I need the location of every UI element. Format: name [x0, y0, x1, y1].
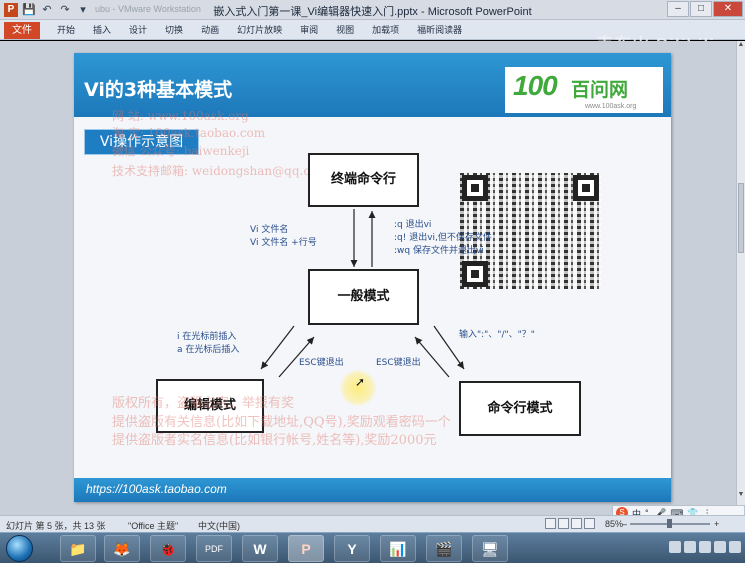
- watermark-line: 版权所有，盗版必究，举报有奖: [112, 396, 295, 411]
- start-button[interactable]: [6, 535, 33, 562]
- taskbar-firefox[interactable]: 🦊: [104, 535, 140, 562]
- language-status[interactable]: 中文(中国): [198, 519, 240, 532]
- tray-flag-icon[interactable]: [714, 541, 726, 553]
- slide-body: Vi操作示意图 网 站: www.100ask.org 淘 宝: 100ask.…: [74, 109, 671, 478]
- tab-animations[interactable]: 动画: [192, 23, 228, 37]
- tab-addins[interactable]: 加载项: [363, 23, 408, 37]
- ribbon-tab-list: 开始 插入 设计 切换 动画 幻灯片放映 审阅 视图 加载项 福昕阅读器: [48, 23, 471, 37]
- mode-terminal[interactable]: 终端命令行: [308, 153, 419, 207]
- note-esc-command: ESC键退出: [376, 358, 421, 368]
- tab-insert[interactable]: 插入: [84, 23, 120, 37]
- slide-footer: https://100ask.taobao.com: [74, 478, 671, 502]
- note-esc-edit: ESC键退出: [299, 358, 344, 368]
- tray-volume-icon[interactable]: [699, 541, 711, 553]
- slide-title: Vi的3种基本模式: [84, 79, 233, 101]
- tray-power-icon[interactable]: [729, 541, 741, 553]
- system-tray: [669, 541, 741, 553]
- slide-sorter-icon[interactable]: [558, 518, 569, 529]
- close-button[interactable]: ✕: [713, 1, 743, 17]
- note-quit: :q 退出vi: [394, 220, 432, 230]
- view-switcher: [545, 518, 595, 529]
- theme-name[interactable]: "Office 主题": [128, 519, 178, 532]
- tray-sogou-icon[interactable]: [669, 541, 681, 553]
- window-title: 嵌入式入门第一课_Vi编辑器快速入门.pptx - Microsoft Powe…: [213, 6, 532, 18]
- title-bar: P 💾 ↶ ↷ ▾ ubu - VMware Workstation 嵌入式入门…: [0, 0, 745, 20]
- note-enter-vi: Vi 文件名: [250, 225, 289, 235]
- tab-review[interactable]: 审阅: [291, 23, 327, 37]
- tray-network-icon[interactable]: [684, 541, 696, 553]
- normal-view-icon[interactable]: [545, 518, 556, 529]
- watermark-line: 提供盗版有关信息(比如下载地址,QQ号),奖励观看密码一个: [112, 415, 451, 430]
- vertical-scrollbar[interactable]: ▲ ▼: [736, 41, 745, 515]
- tab-file[interactable]: 文件: [4, 22, 40, 39]
- logo-text: 百问网: [571, 79, 629, 101]
- taskbar-explorer[interactable]: 📁: [60, 535, 96, 562]
- zoom-out-button[interactable]: –: [622, 519, 627, 529]
- taskbar-vmware[interactable]: 🖥: [472, 535, 508, 562]
- note-insert-after: a 在光标后插入: [177, 345, 240, 355]
- taskbar-app-y[interactable]: Y: [334, 535, 370, 562]
- scroll-up-icon[interactable]: ▲: [737, 41, 745, 50]
- window-controls: – □ ✕: [667, 1, 743, 17]
- scroll-thumb[interactable]: [738, 183, 744, 253]
- status-bar: 幻灯片 第 5 张，共 13 张 "Office 主题" 中文(中国) 85% …: [0, 515, 745, 532]
- watermark-line: 提供盗版者实名信息(比如银行帐号,姓名等),奖励2000元: [112, 433, 437, 448]
- note-input-colon: 输入":"、"/"、"？": [459, 330, 535, 340]
- tab-transitions[interactable]: 切换: [156, 23, 192, 37]
- note-enter-vi-line: Vi 文件名 +行号: [250, 238, 317, 248]
- slide-counter: 幻灯片 第 5 张，共 13 张: [6, 521, 106, 531]
- zoom-in-button[interactable]: +: [714, 519, 719, 529]
- mouse-cursor-icon: ➚: [355, 375, 366, 389]
- note-insert-before: i 在光标前插入: [177, 332, 237, 342]
- taskbar-pdf[interactable]: PDF: [196, 535, 232, 562]
- ribbon-tabs: 文件 开始 插入 设计 切换 动画 幻灯片放映 审阅 视图 加载项 福昕阅读器 …: [0, 20, 745, 54]
- logo: 100 百问网 www.100ask.org: [505, 67, 663, 113]
- zoom-level[interactable]: 85%: [605, 519, 623, 529]
- zoom-slider-handle[interactable]: [667, 519, 672, 528]
- slide-canvas[interactable]: Vi的3种基本模式 100 百问网 www.100ask.org Vi操作示意图…: [74, 53, 671, 502]
- taskbar-recorder[interactable]: 🎬: [426, 535, 462, 562]
- tab-slideshow[interactable]: 幻灯片放映: [228, 23, 291, 37]
- reading-view-icon[interactable]: [571, 518, 582, 529]
- taskbar-app[interactable]: 🐞: [150, 535, 186, 562]
- logo-url: www.100ask.org: [585, 103, 637, 110]
- slideshow-view-icon[interactable]: [584, 518, 595, 529]
- taskbar-powerpoint[interactable]: P: [288, 535, 324, 562]
- maximize-button[interactable]: □: [690, 1, 712, 17]
- taskbar-app-chart[interactable]: 📊: [380, 535, 416, 562]
- mode-command[interactable]: 命令行模式: [459, 381, 581, 436]
- minimize-button[interactable]: –: [667, 1, 689, 17]
- footer-url: https://100ask.taobao.com: [86, 482, 227, 496]
- tab-view[interactable]: 视图: [327, 23, 363, 37]
- scroll-down-icon[interactable]: ▼: [737, 491, 745, 500]
- taskbar-word[interactable]: W: [242, 535, 278, 562]
- taskbar: 📁 🦊 🐞 PDF W P Y 📊 🎬 🖥: [0, 532, 745, 563]
- note-save-quit: :wq 保存文件并退出vi: [394, 246, 484, 256]
- mode-normal[interactable]: 一般模式: [308, 269, 419, 325]
- note-quit-nosave: :q! 退出vi,但不保存文件: [394, 233, 492, 243]
- tab-design[interactable]: 设计: [120, 23, 156, 37]
- tab-foxit-reader[interactable]: 福昕阅读器: [408, 23, 471, 37]
- tab-home[interactable]: 开始: [48, 23, 84, 37]
- logo-number: 100: [513, 70, 558, 101]
